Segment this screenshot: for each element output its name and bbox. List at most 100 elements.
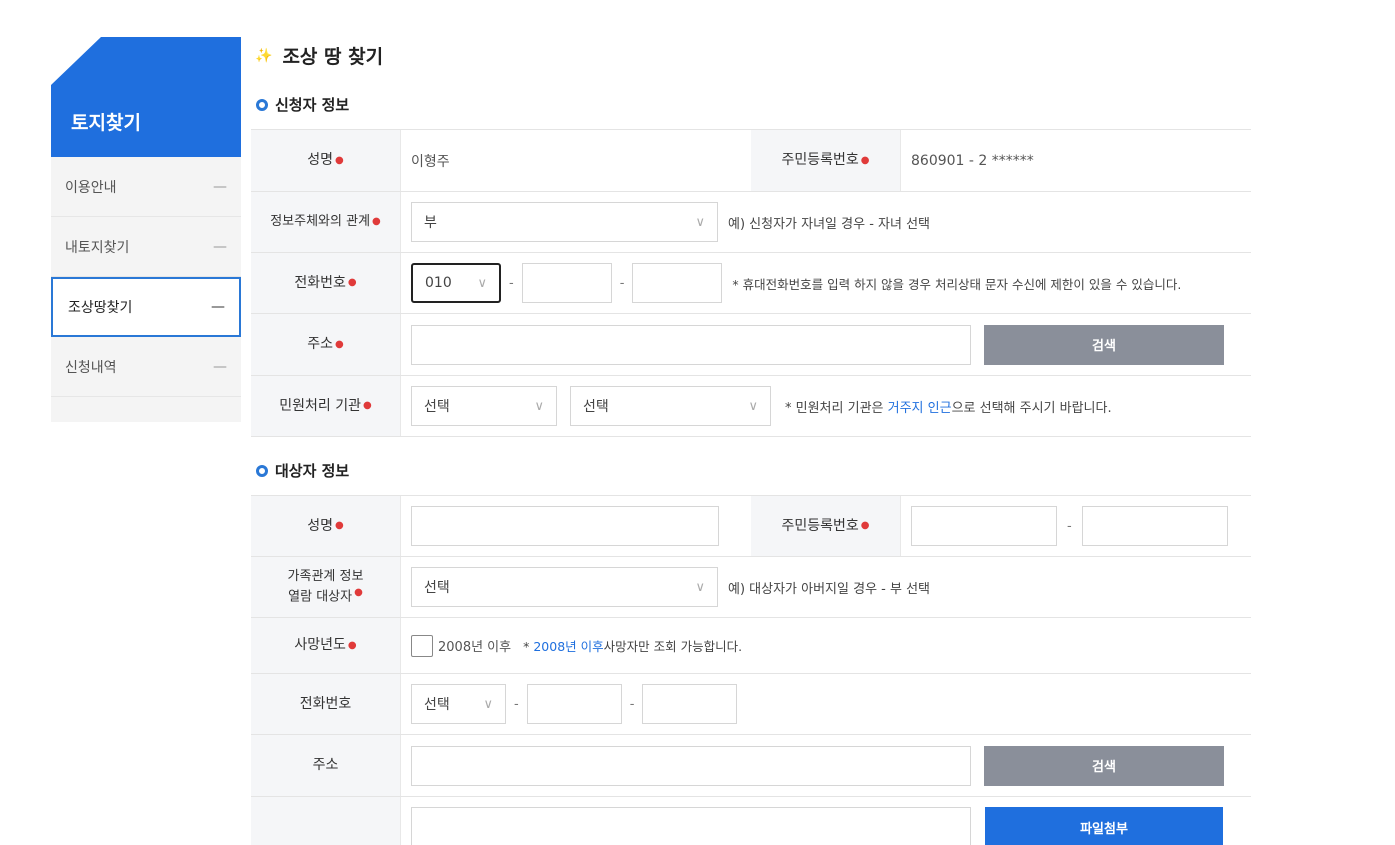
sidebar-item-usage-guide[interactable]: 이용안내 — [51,157,241,217]
rrn-separator: - [1067,518,1072,534]
sidebar-item-label: 내토지찾기 [65,239,130,256]
sidebar-item-label: 조상땅찾기 [68,300,133,316]
address-search-button[interactable]: 검색 [984,324,1224,365]
office-cell: 선택 ∨ 선택 ∨ * 민원처리 기관은 거주지 인근으로 선택해 주시기 바랍… [401,376,1251,436]
chevron-down-icon: ∨ [483,696,493,712]
rrn-label: 주민등록번호 ● [751,130,901,191]
sidebar-header: 토지찾기 [51,37,241,157]
minus-icon: — [213,358,227,375]
address-cell: 검색 [401,314,1251,375]
target-row-attachment: 파일첨부 [251,797,1251,845]
page-title-text: 조상 땅 찾기 [282,46,384,68]
target-address-label: 주소 [251,735,401,796]
family-label-line2: 열람 대상자 [288,589,353,605]
required-dot-icon: ● [860,520,870,532]
ring-icon [256,98,268,111]
chevron-down-icon: ∨ [695,579,705,595]
required-dot-icon: ● [363,400,372,412]
phone-last-input[interactable] [632,263,723,303]
page-title: ✨ 조상 땅 찾기 [255,42,383,69]
death-hint: * 2008년 이후사망자만 조회 가능합니다. [523,639,743,654]
relation-select-value: 부 [424,215,437,231]
target-name-input[interactable] [411,506,719,546]
target-name-label: 성명 ● [251,496,401,556]
target-rrn-cell: - [901,496,1251,556]
target-row-family: 가족관계 정보 열람 대상자 ● 선택 ∨ 예) 대상자가 아버지일 경우 - 부… [251,557,1251,618]
phone-prefix-select[interactable]: 010 ∨ [411,263,501,303]
death-checkbox-label[interactable]: 2008년 이후 [438,636,511,655]
applicant-name-value: 이형주 [411,153,450,170]
attachment-label [251,797,401,845]
applicant-row-relation: 정보주체와의 관계 ● 부 ∨ 예) 신청자가 자녀일 경우 - 자녀 선택 [251,192,1251,253]
target-address-search-button[interactable]: 검색 [984,745,1224,786]
target-rrn-front-input[interactable] [911,506,1057,546]
family-select[interactable]: 선택 ∨ [411,567,718,607]
required-dot-icon: ● [354,586,363,598]
required-dot-icon: ● [335,154,344,166]
attachment-file-input[interactable] [411,807,971,845]
sidebar-item-ancestor-land[interactable]: 조상땅찾기 — [51,277,241,337]
required-dot-icon: ● [347,277,357,289]
office-city-select[interactable]: 선택 ∨ [570,386,771,426]
office-hint-highlight: 거주지 인근 [887,400,952,416]
applicant-row-phone: 전화번호 ● 010 ∨ - - * 휴대전화번호를 입력 하지 않을 경우 처리… [251,253,1251,314]
relation-cell: 부 ∨ 예) 신청자가 자녀일 경우 - 자녀 선택 [401,192,1251,252]
target-rrn-label: 주민등록번호 ● [751,496,901,556]
section-title-text: 신청자 정보 [275,96,350,114]
target-phone-last-input[interactable] [642,684,738,724]
address-label: 주소 ● [251,314,401,375]
target-row-address: 주소 검색 [251,735,1251,797]
death-after-2008-checkbox[interactable] [411,634,433,657]
office-label: 민원처리 기관 ● [251,376,401,436]
applicant-row-address: 주소 ● 검색 [251,314,1251,376]
death-cell: 2008년 이후 * 2008년 이후사망자만 조회 가능합니다. [401,618,1251,673]
phone-cell: 010 ∨ - - * 휴대전화번호를 입력 하지 않을 경우 처리상태 문자 … [401,253,1251,313]
name-label: 성명 ● [251,130,401,191]
rrn-cell: 860901 - 2 ****** [901,130,1251,191]
minus-icon: — [211,299,225,315]
office-city-value: 선택 [583,399,609,415]
office-province-select[interactable]: 선택 ∨ [411,386,557,426]
minus-icon: — [213,178,227,195]
target-phone-cell: 선택 ∨ - - [401,674,1251,734]
required-dot-icon: ● [335,338,344,350]
attachment-cell: 파일첨부 [401,797,1251,845]
target-form: 성명 ● 주민등록번호 ● - 가족관계 정보 열람 대상자 ● 선택 ∨ 예) 대상… [251,495,1251,845]
required-dot-icon: ● [347,639,357,651]
ring-icon [256,464,268,477]
applicant-form: 성명 ● 이형주 주민등록번호 ● 860901 - 2 ****** 정보주체와의… [251,129,1251,437]
required-dot-icon: ● [372,216,381,228]
address-input[interactable] [411,324,971,365]
target-rrn-back-input[interactable] [1081,506,1228,546]
target-phone-middle-input[interactable] [526,684,622,724]
family-cell: 선택 ∨ 예) 대상자가 아버지일 경우 - 부 선택 [401,557,1251,617]
target-phone-prefix-select[interactable]: 선택 ∨ [411,684,506,724]
applicant-row-office: 민원처리 기관 ● 선택 ∨ 선택 ∨ * 민원처리 기관은 거주지 인근으로 선… [251,376,1251,437]
applicant-row-name: 성명 ● 이형주 주민등록번호 ● 860901 - 2 ****** [251,130,1251,192]
sidebar: 토지찾기 이용안내 — 내토지찾기 — 조상땅찾기 — 신청내역 — [51,37,241,422]
target-address-input[interactable] [411,745,971,786]
family-select-value: 선택 [424,580,450,596]
sidebar-item-history[interactable]: 신청내역 — [51,337,241,397]
pencil-icon: ✨ [255,47,273,64]
target-row-death: 사망년도 ● 2008년 이후 * 2008년 이후사망자만 조회 가능합니다. [251,618,1251,674]
death-label: 사망년도 ● [251,618,401,673]
chevron-down-icon: ∨ [748,398,758,414]
phone-middle-input[interactable] [521,263,612,303]
required-dot-icon: ● [860,154,870,166]
target-name-cell [401,496,751,556]
sidebar-padding [51,397,241,422]
phone-separator: - [509,275,514,291]
phone-hint: * 휴대전화번호를 입력 하지 않을 경우 처리상태 문자 수신에 제한이 있을… [732,276,1182,292]
family-label: 가족관계 정보 열람 대상자 ● [251,557,401,617]
office-province-value: 선택 [424,399,450,415]
phone-label: 전화번호 ● [251,253,401,313]
target-row-name: 성명 ● 주민등록번호 ● - [251,496,1251,557]
sidebar-item-my-land[interactable]: 내토지찾기 — [51,217,241,277]
applicant-section-title: 신청자 정보 [256,94,349,115]
attach-file-button[interactable]: 파일첨부 [985,807,1223,845]
chevron-down-icon: ∨ [477,275,487,291]
sidebar-item-label: 이용안내 [65,179,117,196]
relation-hint: 예) 신청자가 자녀일 경우 - 자녀 선택 [728,216,930,232]
relation-select[interactable]: 부 ∨ [411,202,718,242]
